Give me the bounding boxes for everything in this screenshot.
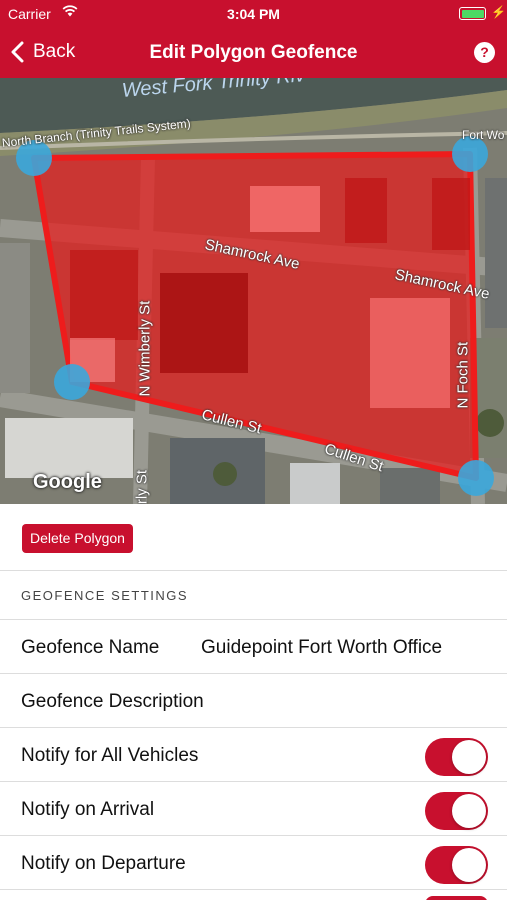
geofence-description-label: Geofence Description	[21, 691, 204, 712]
status-bar: Carrier 3:04 PM ⚡	[0, 0, 507, 28]
notify-departure-label: Notify on Departure	[21, 853, 186, 874]
notify-arrival-label: Notify on Arrival	[21, 799, 155, 820]
status-time: 3:04 PM	[227, 6, 280, 22]
help-icon[interactable]: ?	[474, 42, 495, 63]
top-bar: Carrier 3:04 PM ⚡ Back Edit Polygon Geof…	[0, 0, 507, 78]
notify-arrival-toggle[interactable]	[425, 792, 488, 830]
battery-icon	[459, 7, 486, 20]
map-view[interactable]: West Fork Trinity Riv North Branch (Trin…	[0, 78, 507, 504]
delete-polygon-button[interactable]: Delete Polygon	[22, 524, 133, 553]
vertex-handle-4[interactable]	[54, 364, 90, 400]
notify-departure-row: Notify on Departure	[0, 836, 507, 890]
notify-all-vehicles-row: Notify for All Vehicles	[0, 728, 507, 782]
map-label-foch: N Foch St	[454, 341, 472, 409]
notify-departure-toggle[interactable]	[425, 846, 488, 884]
next-toggle-partial[interactable]	[425, 896, 488, 900]
notify-all-vehicles-label: Notify for All Vehicles	[21, 745, 199, 766]
google-logo: Google	[33, 471, 102, 493]
map-label-fort-worth: Fort Wo	[462, 128, 505, 142]
notify-all-vehicles-toggle[interactable]	[425, 738, 488, 776]
toggle-knob	[452, 794, 486, 828]
page-title: Edit Polygon Geofence	[149, 42, 358, 63]
map-label-wimberly-2: erly St	[133, 469, 151, 504]
geofence-name-label: Geofence Name	[21, 637, 160, 658]
charging-icon: ⚡	[491, 5, 506, 19]
settings-panel: Delete Polygon GEOFENCE SETTINGS Geofenc…	[0, 504, 507, 900]
toggle-knob	[452, 848, 486, 882]
geofence-name-field[interactable]: Guidepoint Fort Worth Office	[201, 637, 442, 659]
vertex-handle-3[interactable]	[458, 460, 494, 496]
map-label-wimberly-1: N Wimberly St	[136, 300, 154, 397]
geofence-description-row[interactable]: Geofence Description	[0, 674, 507, 728]
toggle-knob	[452, 740, 486, 774]
section-header: GEOFENCE SETTINGS	[0, 570, 507, 620]
section-header-label: GEOFENCE SETTINGS	[21, 588, 189, 603]
geofence-name-row[interactable]: Geofence Name Guidepoint Fort Worth Offi…	[0, 620, 507, 674]
notify-arrival-row: Notify on Arrival	[0, 782, 507, 836]
